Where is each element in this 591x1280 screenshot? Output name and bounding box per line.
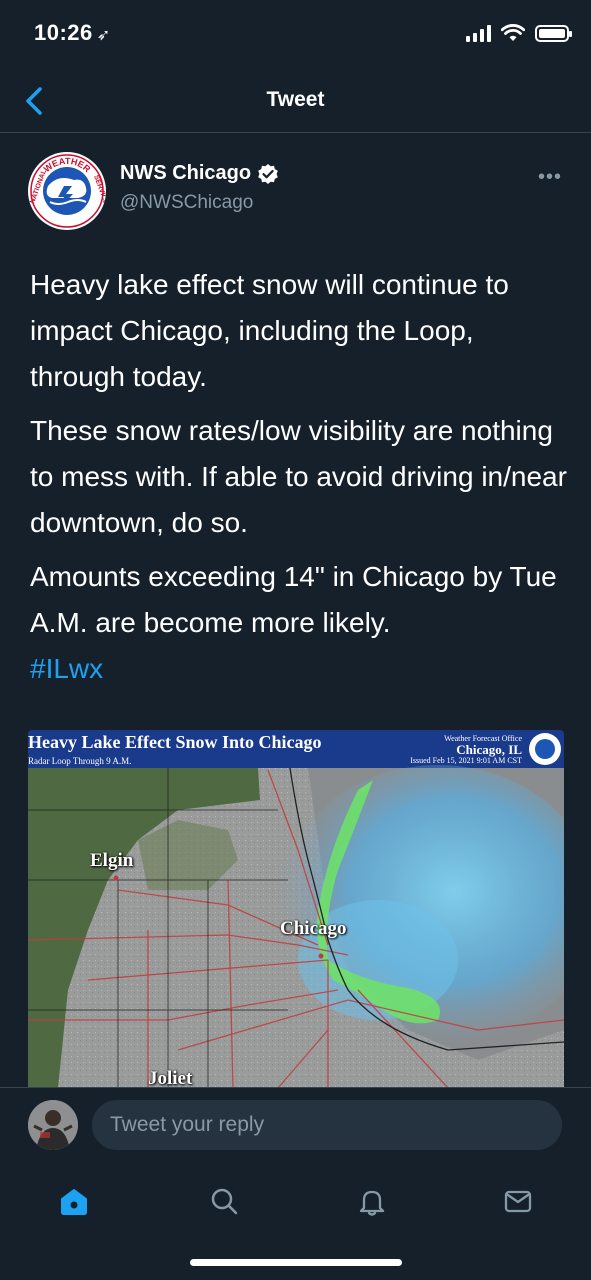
- author-name[interactable]: NWS Chicago: [120, 162, 279, 185]
- tab-notifications[interactable]: [352, 1181, 392, 1221]
- tweet-paragraph: Heavy lake effect snow will continue to …: [30, 269, 509, 392]
- tweet-screen: 10:26 ➶ Tweet WEATHER NATIONAL SERVICE N…: [0, 0, 591, 1280]
- map-issued: Issued Feb 15, 2021 9:01 AM CST: [410, 756, 522, 765]
- map-title: Heavy Lake Effect Snow Into Chicago: [28, 732, 322, 752]
- tab-messages[interactable]: [498, 1181, 538, 1221]
- envelope-icon: [504, 1190, 532, 1213]
- user-avatar-image: [28, 1100, 78, 1150]
- tab-home[interactable]: [54, 1181, 94, 1221]
- tweet-header: WEATHER NATIONAL SERVICE NWS Chicago @NW…: [28, 152, 568, 232]
- author-handle[interactable]: @NWSChicago: [120, 192, 253, 214]
- wifi-icon: [501, 24, 525, 41]
- tweet-paragraph: Amounts exceeding 14" in Chicago by Tue …: [30, 554, 570, 692]
- location-arrow-icon: ➶: [96, 27, 111, 44]
- map-office-city: Chicago, IL: [456, 742, 522, 757]
- radar-map: [28, 730, 564, 1088]
- cellular-signal-icon: [466, 24, 491, 42]
- map-subtitle: Radar Loop Through 9 A.M.: [28, 756, 132, 766]
- status-time: 10:26 ➶: [34, 20, 111, 46]
- tweet-paragraph-text: Amounts exceeding 14" in Chicago by Tue …: [30, 561, 557, 638]
- page-title: Tweet: [266, 88, 325, 111]
- tweet-paragraph-text: These snow rates/low visibility are noth…: [30, 415, 567, 538]
- tweet-media-image[interactable]: Heavy Lake Effect Snow Into Chicago Rada…: [28, 730, 564, 1088]
- verified-badge-icon: [258, 163, 278, 184]
- map-city-chicago: Chicago: [280, 918, 347, 939]
- hashtag-link[interactable]: #ILwx: [30, 653, 103, 684]
- map-city-elgin: Elgin: [90, 850, 134, 871]
- bell-icon: [359, 1190, 385, 1216]
- status-bar: 10:26 ➶: [0, 0, 591, 70]
- user-avatar[interactable]: [28, 1100, 78, 1150]
- map-office-block: Weather Forecast Office Chicago, IL Issu…: [410, 733, 522, 766]
- author-name-text[interactable]: NWS Chicago: [120, 162, 251, 185]
- search-icon: [211, 1188, 238, 1215]
- nws-logo-icon: WEATHER NATIONAL SERVICE: [29, 153, 106, 229]
- reply-bar: Tweet your reply: [0, 1087, 591, 1162]
- home-icon: [61, 1189, 87, 1215]
- battery-icon: [535, 24, 572, 42]
- reply-input[interactable]: Tweet your reply: [92, 1100, 562, 1150]
- nws-logo-avatar[interactable]: WEATHER NATIONAL SERVICE: [28, 152, 106, 230]
- tweet-paragraph: These snow rates/low visibility are noth…: [30, 408, 570, 546]
- status-icons: [466, 24, 572, 42]
- status-time-text: 10:26: [34, 20, 93, 45]
- more-options-icon[interactable]: •••: [538, 166, 562, 189]
- map-city-joliet: Joliet: [148, 1068, 193, 1088]
- tweet-text: Heavy lake effect snow will continue to …: [30, 262, 570, 700]
- nav-bar: Tweet: [0, 70, 591, 133]
- tab-search[interactable]: [204, 1181, 244, 1221]
- home-indicator[interactable]: [190, 1259, 402, 1266]
